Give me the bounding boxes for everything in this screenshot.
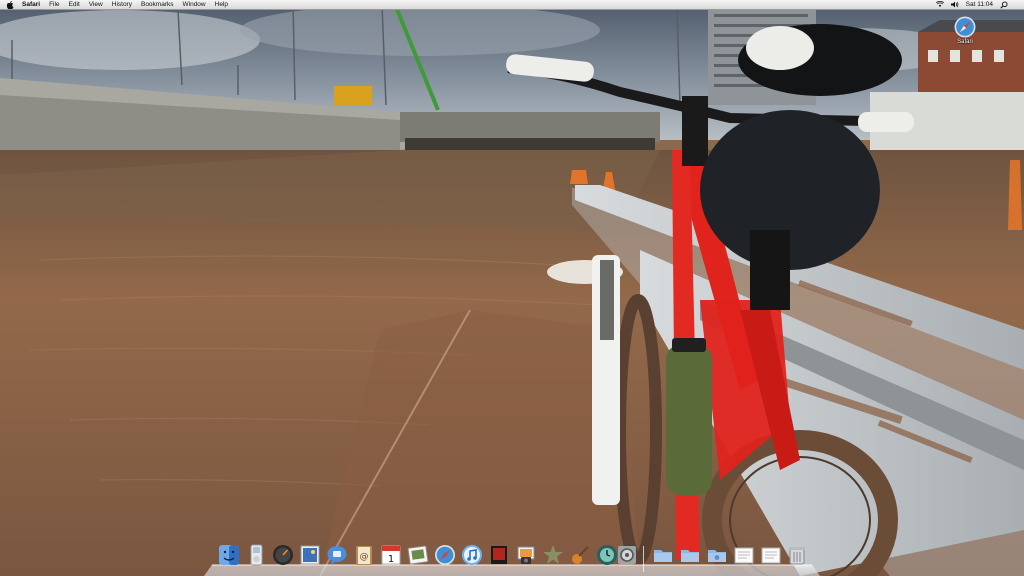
desktop-wallpaper [0, 0, 1024, 576]
svg-text:@: @ [360, 552, 369, 562]
imovie-icon[interactable] [542, 544, 564, 566]
trash-icon[interactable] [786, 544, 808, 566]
menu-bar: Safari File Edit View History Bookmarks … [0, 0, 1024, 10]
menu-clock[interactable]: Sat 11:04 [966, 0, 993, 9]
desktop-icon-label: Safari [957, 39, 973, 45]
folder-icon[interactable] [679, 544, 701, 566]
folder-icon[interactable] [652, 544, 674, 566]
wifi-icon[interactable] [935, 1, 944, 9]
iphoto-icon[interactable] [515, 544, 537, 566]
document-icon[interactable] [760, 544, 782, 566]
itunes-icon[interactable] [461, 544, 483, 566]
apple-icon[interactable] [6, 0, 14, 9]
menu-history[interactable]: History [112, 0, 132, 9]
safari-compass-icon [954, 16, 976, 38]
safari-compass-icon[interactable] [434, 544, 456, 566]
dock: @ 1 [204, 538, 820, 576]
menu-app-name[interactable]: Safari [22, 0, 40, 9]
menu-bookmarks[interactable]: Bookmarks [141, 0, 174, 9]
menu-file[interactable]: File [49, 0, 59, 9]
preview-icon[interactable] [299, 544, 321, 566]
menu-window[interactable]: Window [183, 0, 206, 9]
menu-help[interactable]: Help [215, 0, 228, 9]
address-book-icon[interactable]: @ [353, 544, 375, 566]
ichat-icon[interactable] [326, 544, 348, 566]
system-preferences-icon[interactable] [616, 544, 638, 566]
menu-edit[interactable]: Edit [69, 0, 80, 9]
desktop[interactable]: Safari File Edit View History Bookmarks … [0, 0, 1024, 576]
photo-booth-icon[interactable] [407, 544, 429, 566]
dashboard-icon[interactable] [272, 544, 294, 566]
menu-view[interactable]: View [89, 0, 103, 9]
ipod-icon[interactable] [245, 544, 267, 566]
spotlight-icon[interactable] [1000, 1, 1008, 9]
menu-extras: Sat 11:04 [935, 0, 1008, 9]
calendar-day: 1 [388, 554, 394, 565]
finder-icon[interactable] [218, 544, 240, 566]
volume-icon[interactable] [950, 1, 959, 9]
garageband-icon[interactable] [569, 544, 591, 566]
folder-icon[interactable] [706, 544, 728, 566]
document-icon[interactable] [733, 544, 755, 566]
dock-shelf [204, 564, 820, 576]
dock-separator [643, 546, 644, 572]
desktop-icon-safari[interactable]: Safari [948, 16, 982, 45]
front-row-icon[interactable] [488, 544, 510, 566]
calendar-icon[interactable]: 1 [380, 544, 402, 566]
time-machine-icon[interactable] [596, 544, 618, 566]
